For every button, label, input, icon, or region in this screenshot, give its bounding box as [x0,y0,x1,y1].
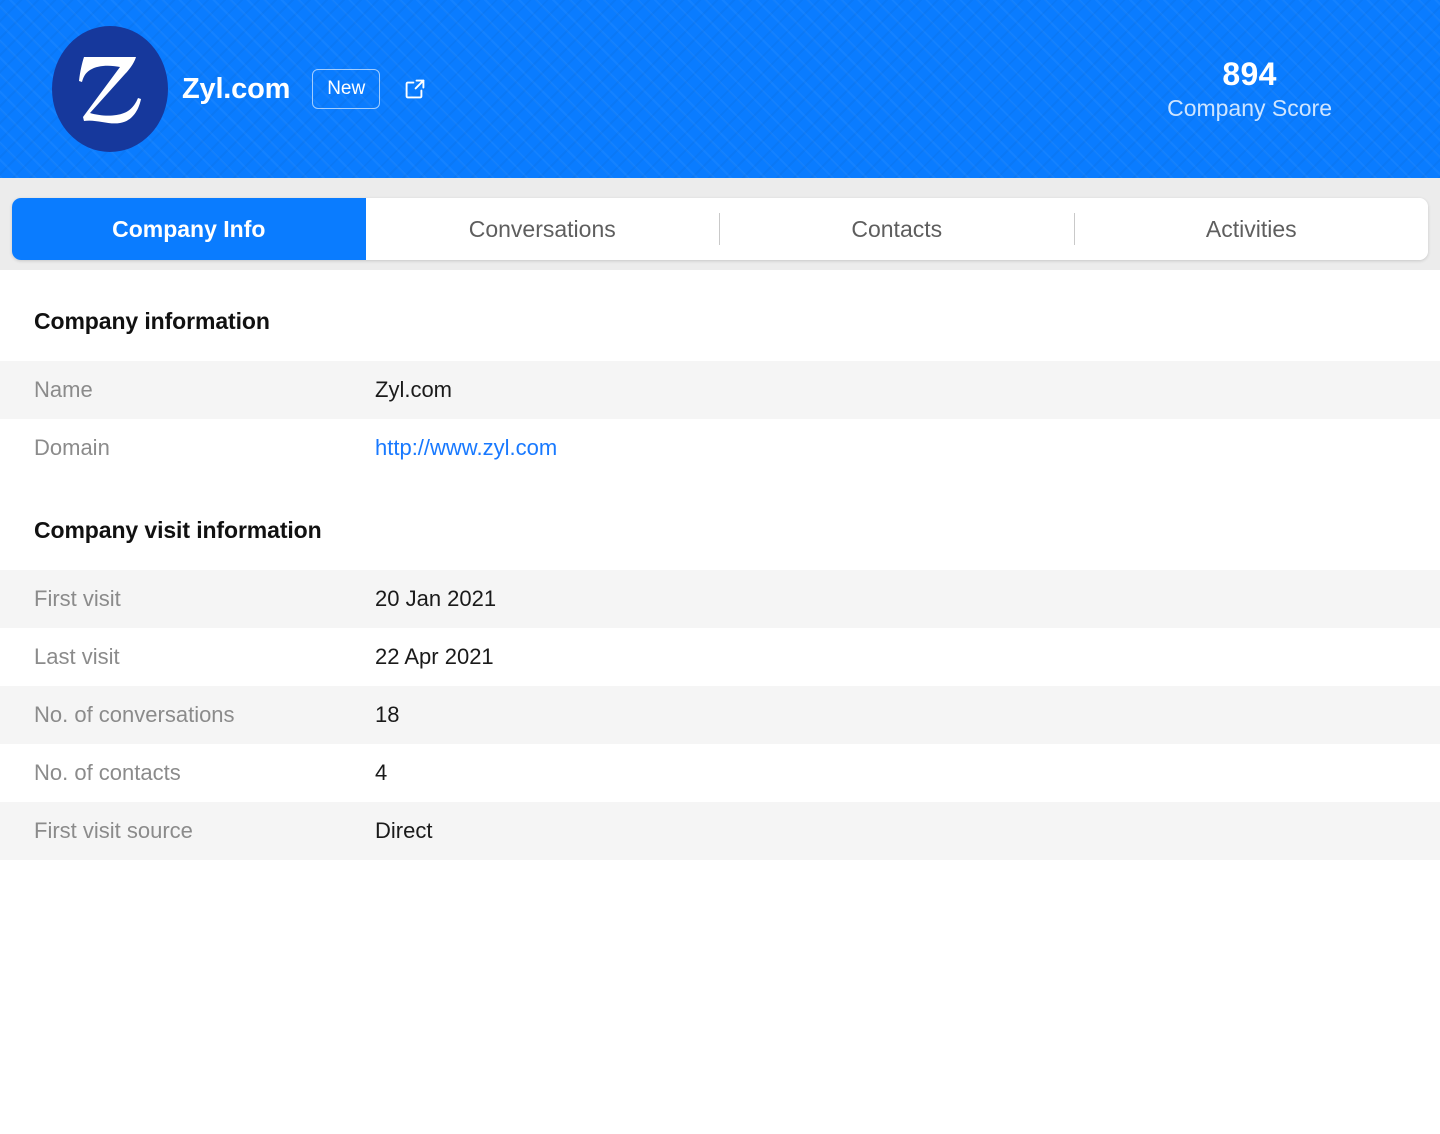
tab-contacts[interactable]: Contacts [720,198,1074,260]
section-title: Company information [0,270,1440,361]
header-identity-group: Zyl.com New [50,29,428,149]
detail-row-group: NameZyl.comDomainhttp://www.zyl.com [0,361,1440,477]
company-detail-panel: Zyl.com New 894 Company Score Company In… [0,0,1440,1134]
detail-row: NameZyl.com [0,361,1440,419]
tab-company-info[interactable]: Company Info [12,198,366,260]
company-info-content: Company informationNameZyl.comDomainhttp… [0,270,1440,1134]
tabbar-container: Company InfoConversationsContactsActivit… [0,178,1440,270]
detail-row: First visit sourceDirect [0,802,1440,860]
company-header: Zyl.com New 894 Company Score [0,0,1440,178]
company-score-label: Company Score [1167,95,1332,123]
section-title: Company visit information [0,477,1440,570]
company-logo [50,29,170,149]
detail-row: Last visit22 Apr 2021 [0,628,1440,686]
detail-row-value: 18 [375,702,399,728]
detail-row-group: First visit20 Jan 2021Last visit22 Apr 2… [0,570,1440,860]
detail-row-label: First visit source [34,818,375,844]
detail-row-label: No. of contacts [34,760,375,786]
external-link-icon[interactable] [402,76,428,102]
company-name-title: Zyl.com [182,73,290,106]
new-badge: New [312,69,380,109]
detail-row-label: First visit [34,586,375,612]
detail-row-label: Last visit [34,644,375,670]
detail-row-value: 20 Jan 2021 [375,586,496,612]
detail-row: No. of conversations18 [0,686,1440,744]
tab-conversations[interactable]: Conversations [366,198,720,260]
company-score-value: 894 [1222,56,1276,93]
detail-row-label: No. of conversations [34,702,375,728]
company-score-block: 894 Company Score [1167,56,1332,122]
detail-row-value: Direct [375,818,432,844]
tabbar: Company InfoConversationsContactsActivit… [12,198,1428,260]
detail-row-value: Zyl.com [375,377,452,403]
detail-row-label: Domain [34,435,375,461]
detail-row: No. of contacts4 [0,744,1440,802]
detail-row-value: 4 [375,760,387,786]
detail-row: First visit20 Jan 2021 [0,570,1440,628]
detail-row: Domainhttp://www.zyl.com [0,419,1440,477]
detail-row-link-value[interactable]: http://www.zyl.com [375,435,557,461]
zyl-z-logo-icon [52,26,168,152]
detail-row-label: Name [34,377,375,403]
tab-activities[interactable]: Activities [1075,198,1429,260]
detail-row-value: 22 Apr 2021 [375,644,494,670]
